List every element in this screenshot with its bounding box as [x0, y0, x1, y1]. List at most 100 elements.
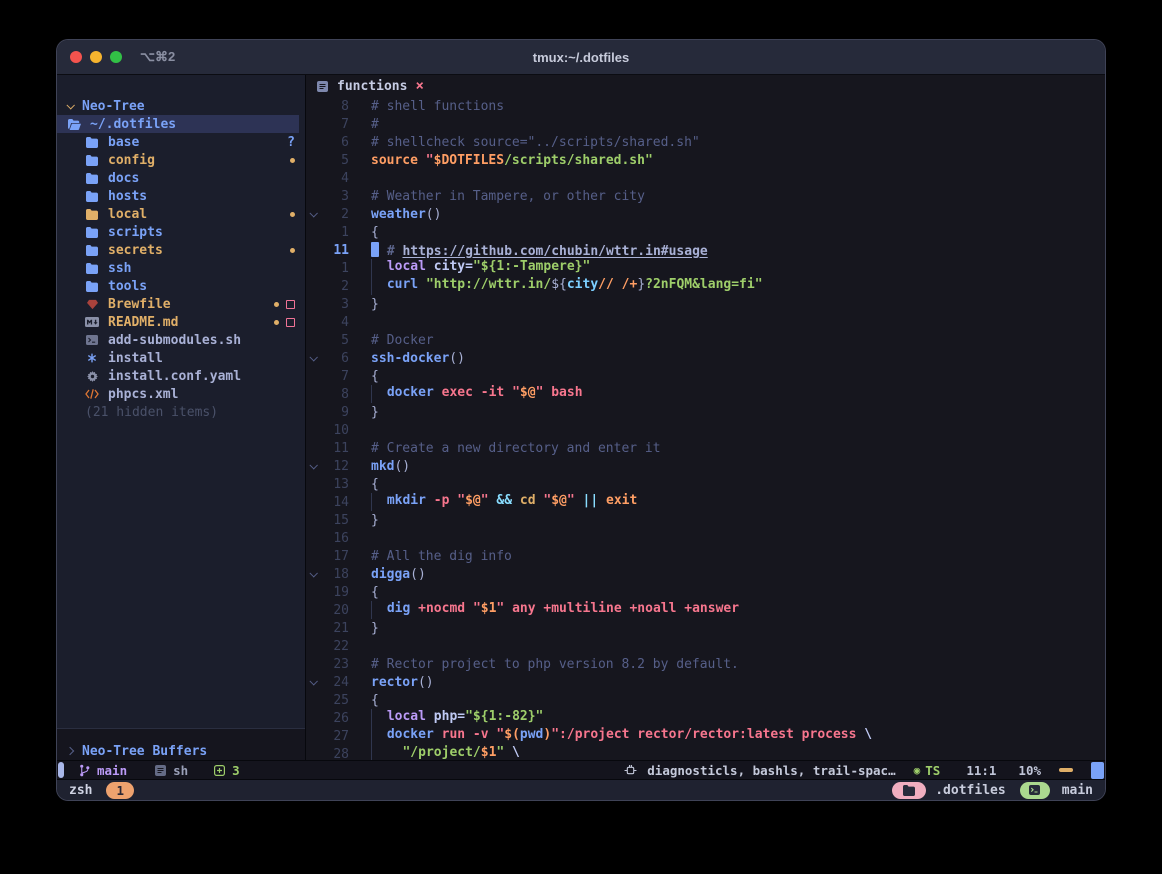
code-line[interactable]: 6# shellcheck source="../scripts/shared.…: [306, 133, 1105, 151]
code-line[interactable]: 1{: [306, 223, 1105, 241]
code-line[interactable]: 3}: [306, 295, 1105, 313]
code-line[interactable]: 17# All the dig info: [306, 547, 1105, 565]
chevron-down-icon: [66, 101, 74, 109]
tree-item-install-conf-yaml[interactable]: install.conf.yaml: [57, 367, 305, 385]
code-line[interactable]: 14 mkdir -p "$@" && cd "$@" || exit: [306, 493, 1105, 511]
tree-item-secrets[interactable]: secrets: [57, 241, 305, 259]
tree-item-install[interactable]: install: [57, 349, 305, 367]
code-line[interactable]: 24rector(): [306, 673, 1105, 691]
tab-close-icon[interactable]: ×: [415, 79, 423, 93]
tree-item-brewfile[interactable]: Brewfile: [57, 295, 305, 313]
neotree-title: Neo-Tree: [82, 99, 145, 114]
tree-item-label: hosts: [108, 189, 147, 204]
code-line-text: }: [371, 513, 379, 528]
code-line[interactable]: 7#: [306, 115, 1105, 133]
file-icon: [315, 81, 329, 92]
git-unstaged-icon: [286, 318, 295, 327]
relative-line-number: 9: [320, 405, 349, 420]
tab-functions[interactable]: functions ×: [315, 79, 424, 94]
code-line[interactable]: 19{: [306, 583, 1105, 601]
code-line[interactable]: 15}: [306, 511, 1105, 529]
code-line[interactable]: 26 local php="${1:-82}": [306, 709, 1105, 727]
code-line[interactable]: 18digga(): [306, 565, 1105, 583]
fold-open-icon[interactable]: [309, 461, 317, 469]
tree-item-base[interactable]: base?: [57, 133, 305, 151]
tree-item-add-submodules-sh[interactable]: add-submodules.sh: [57, 331, 305, 349]
close-button[interactable]: [70, 51, 82, 63]
git-branch-segment: main: [77, 763, 127, 778]
tree-item-docs[interactable]: docs: [57, 169, 305, 187]
tree-item-root[interactable]: ~/.dotfiles: [57, 115, 299, 133]
tmux-window-index[interactable]: 1: [106, 782, 134, 799]
neotree-buffers-header[interactable]: Neo-Tree Buffers: [57, 742, 305, 760]
code-line-text: mkd(): [371, 459, 410, 474]
tabline: functions ×: [306, 75, 1105, 97]
folder-icon: [85, 281, 99, 292]
treesitter-dot-icon: ◉: [914, 764, 921, 777]
terminal-window: ⌥⌘2 tmux:~/.dotfiles Neo-Tree~/.dotfiles…: [57, 40, 1105, 800]
git-status-badges: [274, 300, 305, 309]
code-line[interactable]: 22: [306, 637, 1105, 655]
code-line[interactable]: 16: [306, 529, 1105, 547]
tree-item-hosts[interactable]: hosts: [57, 187, 305, 205]
code-line[interactable]: 4: [306, 313, 1105, 331]
code-line[interactable]: 25{: [306, 691, 1105, 709]
git-untracked-icon: ?: [287, 135, 295, 150]
tmux-dir-label: .dotfiles: [935, 783, 1005, 798]
code-buffer[interactable]: 8# shell functions7#6# shellcheck source…: [306, 97, 1105, 763]
code-line[interactable]: 2weather(): [306, 205, 1105, 223]
code-line-text: }: [371, 405, 379, 420]
tree-item-label: install.conf.yaml: [108, 369, 241, 384]
code-line[interactable]: 4: [306, 169, 1105, 187]
scrollbar-thumb[interactable]: [1091, 762, 1104, 779]
code-line[interactable]: 5source "$DOTFILES/scripts/shared.sh": [306, 151, 1105, 169]
code-line[interactable]: 8 docker exec -it "$@" bash: [306, 385, 1105, 403]
tree-item-label: docs: [108, 171, 139, 186]
relative-line-number: 18: [320, 567, 349, 582]
code-line[interactable]: 6ssh-docker(): [306, 349, 1105, 367]
tree-item-tools[interactable]: tools: [57, 277, 305, 295]
code-line[interactable]: 2 curl "http://wttr.in/${city// /+}?2nFQ…: [306, 277, 1105, 295]
code-line-text: docker run -v "$(pwd)":/project rector/r…: [371, 727, 872, 745]
tree-item-ssh[interactable]: ssh: [57, 259, 305, 277]
tree-item-scripts[interactable]: scripts: [57, 223, 305, 241]
code-line[interactable]: 27 docker run -v "$(pwd)":/project recto…: [306, 727, 1105, 745]
zoom-button[interactable]: [110, 51, 122, 63]
treesitter-segment: ◉ TS: [914, 763, 941, 778]
code-line[interactable]: 9}: [306, 403, 1105, 421]
minimize-button[interactable]: [90, 51, 102, 63]
tree-item-label: secrets: [108, 243, 163, 258]
treesitter-label: TS: [925, 763, 940, 778]
git-modified-icon: [274, 302, 279, 307]
current-line-number: 11: [320, 243, 349, 258]
code-line[interactable]: 8# shell functions: [306, 97, 1105, 115]
tree-item-readme-md[interactable]: README.md: [57, 313, 305, 331]
code-line[interactable]: 21}: [306, 619, 1105, 637]
neotree-header[interactable]: Neo-Tree: [57, 97, 305, 115]
code-line[interactable]: 1 local city="${1:-Tampere}": [306, 259, 1105, 277]
code-line[interactable]: 7{: [306, 367, 1105, 385]
code-line[interactable]: 5# Docker: [306, 331, 1105, 349]
tree-item-phpcs-xml[interactable]: phpcs.xml: [57, 385, 305, 403]
code-line[interactable]: 20 dig +nocmd "$1" any +multiline +noall…: [306, 601, 1105, 619]
relative-line-number: 5: [320, 153, 349, 168]
tmux-branch-label: main: [1062, 783, 1093, 798]
code-line-text: {: [371, 585, 379, 600]
code-line[interactable]: 10: [306, 421, 1105, 439]
filetype-label: sh: [173, 763, 188, 778]
fold-open-icon[interactable]: [309, 209, 317, 217]
code-line[interactable]: 3# Weather in Tampere, or other city: [306, 187, 1105, 205]
code-line[interactable]: 11 # https://github.com/chubin/wttr.in#u…: [306, 241, 1105, 259]
shell-icon: [85, 335, 99, 345]
code-line[interactable]: 12mkd(): [306, 457, 1105, 475]
tree-item-config[interactable]: config: [57, 151, 305, 169]
code-line[interactable]: 23# Rector project to php version 8.2 by…: [306, 655, 1105, 673]
code-line[interactable]: 13{: [306, 475, 1105, 493]
tree-item-local[interactable]: local: [57, 205, 305, 223]
code-line-text: local city="${1:-Tampere}": [371, 259, 590, 277]
fold-open-icon[interactable]: [309, 569, 317, 577]
fold-open-icon[interactable]: [309, 677, 317, 685]
code-line[interactable]: 11# Create a new directory and enter it: [306, 439, 1105, 457]
git-status-badges: ?: [287, 135, 305, 150]
fold-open-icon[interactable]: [309, 353, 317, 361]
